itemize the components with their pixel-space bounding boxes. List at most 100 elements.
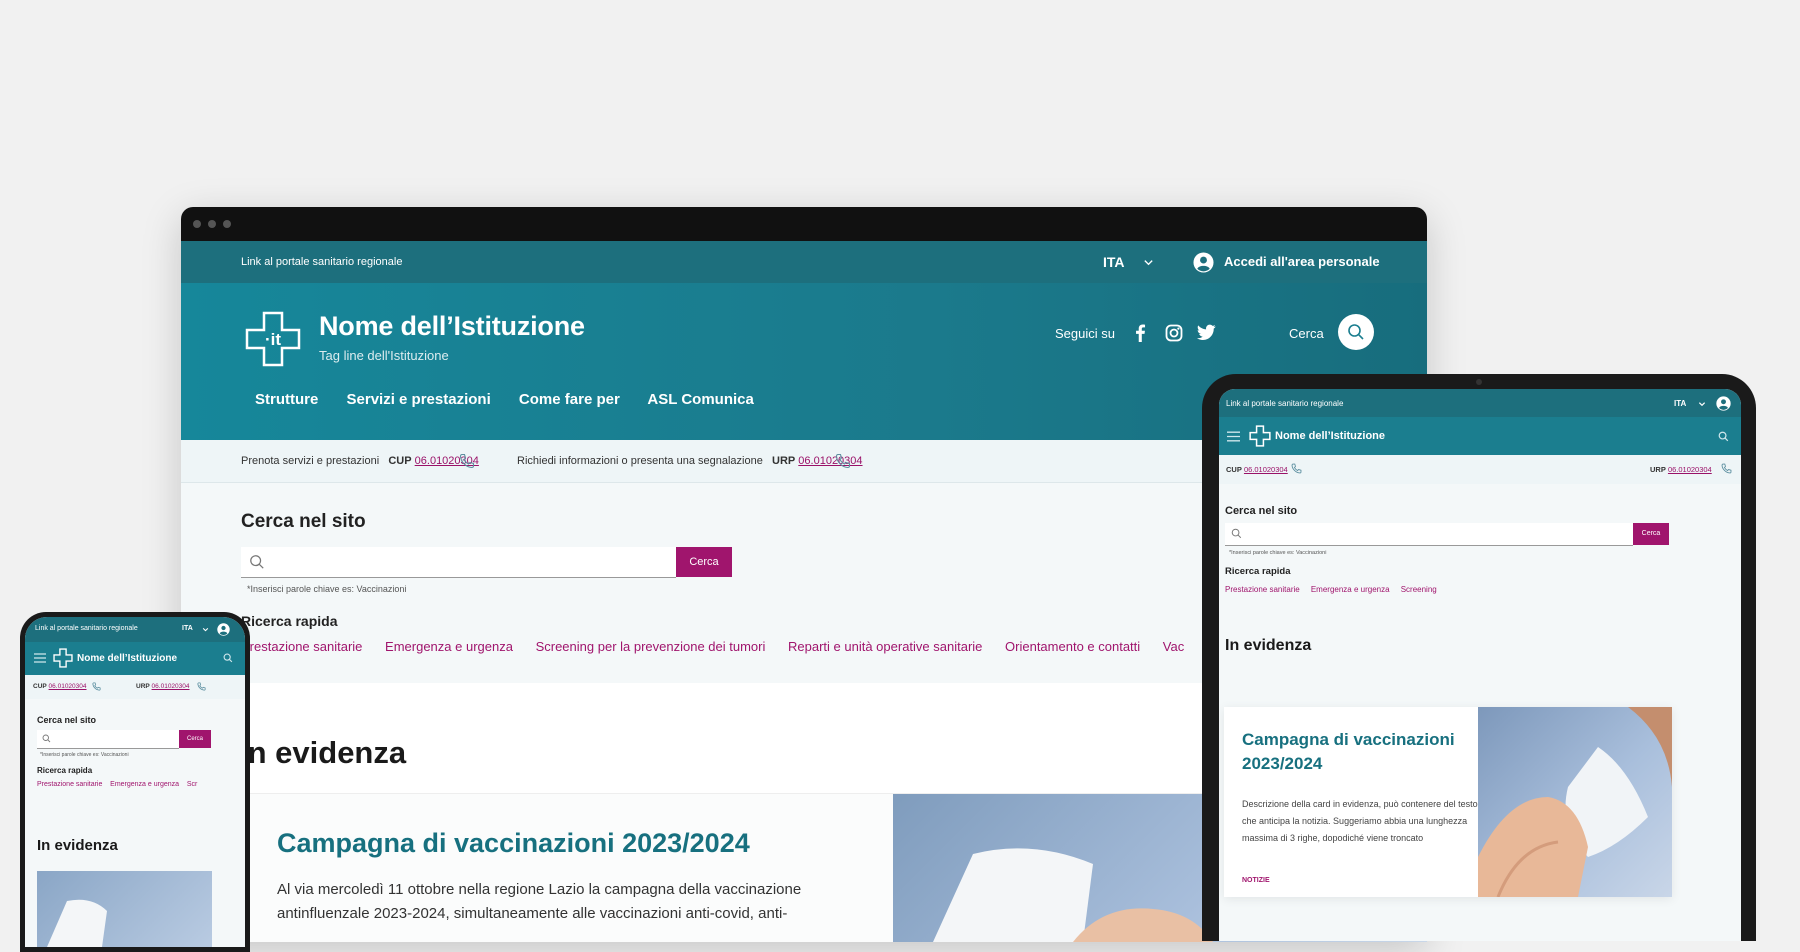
login-link[interactable]: Accedi all'area personale bbox=[1224, 241, 1380, 283]
instagram-icon[interactable] bbox=[1165, 324, 1183, 342]
phone-icon[interactable] bbox=[1721, 463, 1732, 474]
institution-tagline: Tag line dell'Istituzione bbox=[319, 348, 449, 363]
phone-institution-name[interactable]: Nome dell’Istituzione bbox=[77, 653, 177, 664]
svg-text:·it: ·it bbox=[265, 330, 281, 349]
quick-link[interactable]: Screening bbox=[1401, 585, 1437, 594]
hamburger-icon[interactable] bbox=[1227, 431, 1240, 442]
phone-evidenza-title: In evidenza bbox=[37, 837, 118, 854]
phone-icon[interactable] bbox=[197, 682, 206, 691]
phone-icon[interactable] bbox=[459, 453, 475, 469]
logo-cross-icon[interactable] bbox=[1249, 425, 1271, 447]
search-icon[interactable] bbox=[1718, 431, 1729, 442]
contact-cup-text: Prenota servizi e prestazioni bbox=[241, 455, 380, 467]
search-icon[interactable] bbox=[223, 653, 233, 663]
regional-portal-link[interactable]: Link al portale sanitario regionale bbox=[241, 241, 402, 283]
search-input[interactable] bbox=[241, 547, 676, 578]
quick-search-links: Prestazione sanitarie Emergenza e urgenz… bbox=[241, 639, 1203, 654]
urp-label: URP bbox=[1650, 465, 1666, 474]
nav-item-servizi[interactable]: Servizi e prestazioni bbox=[347, 391, 491, 408]
cup-number-link[interactable]: 06.01020304 bbox=[1244, 465, 1288, 474]
phone-card-image bbox=[37, 871, 212, 947]
tablet-card-title-line1[interactable]: Campagna di vaccinazioni bbox=[1242, 730, 1455, 750]
main-nav: Strutture Servizi e prestazioni Come far… bbox=[255, 391, 778, 408]
user-icon[interactable] bbox=[1716, 396, 1731, 411]
tablet-card-text: Descrizione della card in evidenza, può … bbox=[1242, 799, 1478, 843]
phone-search-hint: *Inserisci parole chiave es: Vaccinazion… bbox=[40, 752, 129, 758]
nav-item-asl-comunica[interactable]: ASL Comunica bbox=[647, 391, 753, 408]
tablet-camera bbox=[1476, 379, 1482, 385]
quick-link[interactable]: Emergenza e urgenza bbox=[1311, 585, 1390, 594]
user-icon[interactable] bbox=[1193, 252, 1214, 273]
cup-label: CUP bbox=[1226, 465, 1242, 474]
cup-number-link[interactable]: 06.01020304 bbox=[49, 683, 87, 690]
quick-link[interactable]: Prestazione sanitarie bbox=[37, 781, 102, 788]
tablet-institution-name[interactable]: Nome dell’Istituzione bbox=[1275, 430, 1385, 442]
urp-number-link[interactable]: 06.01020304 bbox=[1668, 465, 1712, 474]
chevron-down-icon[interactable] bbox=[1698, 400, 1706, 408]
facebook-icon[interactable] bbox=[1133, 324, 1147, 342]
tablet-search-hint: *Inserisci parole chiave es: Vaccinazion… bbox=[1229, 550, 1327, 556]
urp-number-link[interactable]: 06.01020304 bbox=[798, 455, 862, 467]
tablet-language[interactable]: ITA bbox=[1674, 399, 1686, 408]
institution-name[interactable]: Nome dell’Istituzione bbox=[319, 311, 585, 342]
hamburger-icon[interactable] bbox=[34, 653, 46, 663]
phone-mockup: Link al portale sanitario regionale ITA … bbox=[20, 612, 250, 952]
tablet-evidenza-title: In evidenza bbox=[1225, 637, 1312, 654]
logo-cross-icon[interactable] bbox=[53, 648, 73, 668]
quick-link[interactable]: Emergenza e urgenza bbox=[385, 639, 513, 654]
language-selector[interactable]: ITA bbox=[1103, 241, 1125, 283]
tablet-screen: Link al portale sanitario regionale ITA … bbox=[1219, 389, 1741, 941]
window-dot bbox=[223, 220, 231, 228]
chevron-down-icon[interactable] bbox=[202, 626, 209, 633]
window-dot bbox=[208, 220, 216, 228]
quick-link[interactable]: Vac bbox=[1163, 639, 1184, 654]
phone-screen: Link al portale sanitario regionale ITA … bbox=[25, 617, 245, 947]
cup-label: CUP bbox=[33, 683, 47, 690]
tablet-header: Nome dell’Istituzione bbox=[1219, 417, 1741, 455]
phone-search-input[interactable] bbox=[37, 730, 179, 749]
phone-cup: CUP 06.01020304 bbox=[33, 683, 87, 690]
tablet-evidenza-card[interactable]: Campagna di vaccinazioni 2023/2024 Descr… bbox=[1224, 707, 1672, 897]
tablet-card-title-line2[interactable]: 2023/2024 bbox=[1242, 754, 1322, 774]
urp-number-link[interactable]: 06.01020304 bbox=[152, 683, 190, 690]
phone-icon[interactable] bbox=[92, 682, 101, 691]
header-search-button[interactable] bbox=[1338, 314, 1374, 350]
quick-link[interactable]: Prestazione sanitarie bbox=[241, 639, 362, 654]
chevron-down-icon[interactable] bbox=[1143, 257, 1154, 268]
tablet-quick-title: Ricerca rapida bbox=[1225, 566, 1291, 577]
nav-item-come-fare[interactable]: Come fare per bbox=[519, 391, 620, 408]
card-text: Al via mercoledì 11 ottobre nella region… bbox=[277, 881, 802, 922]
cup-label: CUP bbox=[388, 455, 412, 467]
phone-search-button[interactable]: Cerca bbox=[179, 730, 211, 748]
tablet-search-button[interactable]: Cerca bbox=[1633, 523, 1669, 545]
search-submit-button[interactable]: Cerca bbox=[676, 547, 732, 577]
tablet-card-category[interactable]: NOTIZIE bbox=[1242, 877, 1270, 884]
quick-link[interactable]: Emergenza e urgenza bbox=[110, 781, 179, 788]
tablet-mockup: Link al portale sanitario regionale ITA … bbox=[1202, 374, 1756, 941]
slim-header: Link al portale sanitario regionale ITA … bbox=[181, 241, 1427, 283]
phone-search-title: Cerca nel sito bbox=[37, 715, 97, 725]
tablet-search-title: Cerca nel sito bbox=[1225, 505, 1298, 517]
quick-link[interactable]: Reparti e unità operative sanitarie bbox=[788, 639, 982, 654]
quick-link[interactable]: Prestazione sanitarie bbox=[1225, 585, 1300, 594]
quick-link[interactable]: Scr bbox=[187, 781, 198, 788]
follow-label: Seguici su bbox=[1055, 326, 1115, 341]
logo-cross-icon[interactable]: ·it bbox=[244, 310, 302, 368]
quick-link[interactable]: Orientamento e contatti bbox=[1005, 639, 1140, 654]
tablet-search-input[interactable] bbox=[1225, 523, 1633, 546]
window-dot bbox=[193, 220, 201, 228]
nav-item-strutture[interactable]: Strutture bbox=[255, 391, 318, 408]
user-icon[interactable] bbox=[217, 623, 230, 636]
phone-icon[interactable] bbox=[835, 453, 851, 469]
contact-urp-text: Richiedi informazioni o presenta una seg… bbox=[517, 455, 763, 467]
card-title[interactable]: Campagna di vaccinazioni 2023/2024 bbox=[277, 828, 750, 859]
phone-portal-link[interactable]: Link al portale sanitario regionale bbox=[35, 625, 138, 632]
evidenza-title: In evidenza bbox=[239, 735, 407, 770]
phone-language[interactable]: ITA bbox=[182, 625, 193, 632]
tablet-portal-link[interactable]: Link al portale sanitario regionale bbox=[1226, 399, 1343, 408]
twitter-icon[interactable] bbox=[1197, 324, 1216, 341]
contact-cup: Prenota servizi e prestazioni CUP 06.010… bbox=[241, 440, 479, 482]
search-hint: *Inserisci parole chiave es: Vaccinazion… bbox=[247, 584, 407, 594]
phone-icon[interactable] bbox=[1291, 463, 1302, 474]
quick-link[interactable]: Screening per la prevenzione dei tumori bbox=[536, 639, 766, 654]
